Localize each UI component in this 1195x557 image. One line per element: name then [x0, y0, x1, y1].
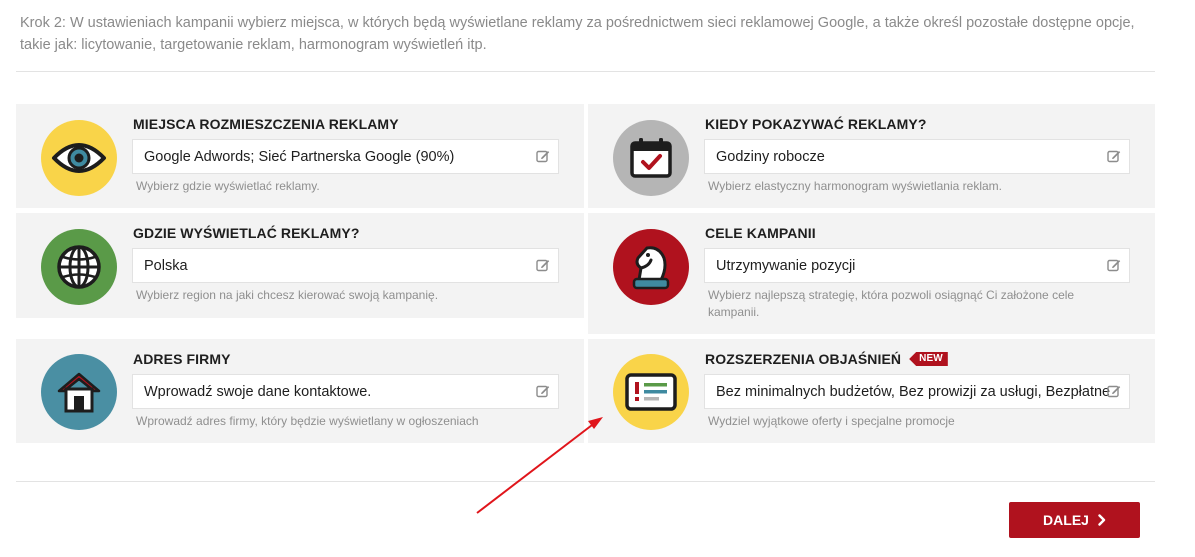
globe-icon: [41, 229, 117, 305]
step-instructions: Krok 2: W ustawieniach kampanii wybierz …: [20, 15, 1135, 53]
bottom-divider: [16, 481, 1155, 482]
goals-field[interactable]: Utrzymywanie pozycji: [704, 248, 1130, 283]
address-field[interactable]: Wprowadź swoje dane kontaktowe.: [132, 374, 559, 409]
card-title: GDZIE WYŚWIETLAĆ REKLAMY?: [133, 225, 360, 241]
card-title: ROZSZERZENIA OBJAŚNIEŃ NEW: [705, 351, 948, 367]
top-divider: [16, 71, 1155, 72]
edit-icon[interactable]: [536, 149, 550, 163]
card-hint: Wybierz elastyczny harmonogram wyświetla…: [708, 179, 1002, 193]
placement-field[interactable]: Google Adwords; Sieć Partnerska Google (…: [132, 139, 559, 174]
field-value: Wprowadź swoje dane kontaktowe.: [144, 383, 372, 400]
card-address: ADRES FIRMY Wprowadź swoje dane kontakto…: [16, 339, 584, 443]
chess-knight-icon: [613, 229, 689, 305]
card-hint: Wybierz najlepszą strategię, która pozwo…: [708, 288, 1075, 319]
new-badge: NEW: [909, 352, 948, 366]
card-goals: CELE KAMPANII Utrzymywanie pozycji Wybie…: [588, 213, 1155, 334]
field-value: Google Adwords; Sieć Partnerska Google (…: [144, 148, 455, 165]
edit-icon[interactable]: [536, 384, 550, 398]
field-value: Polska: [144, 257, 188, 274]
card-title: MIEJSCA ROZMIESZCZENIA REKLAMY: [133, 116, 399, 132]
field-value: Bez minimalnych budżetów, Bez prowizji z…: [716, 383, 1111, 400]
field-value: Utrzymywanie pozycji: [716, 257, 856, 274]
calendar-check-icon: [613, 120, 689, 196]
card-callouts: ROZSZERZENIA OBJAŚNIEŃ NEW Bez minimalny…: [588, 339, 1155, 443]
card-title-text: ROZSZERZENIA OBJAŚNIEŃ: [705, 351, 902, 367]
edit-icon[interactable]: [1107, 149, 1121, 163]
card-title: KIEDY POKAZYWAĆ REKLAMY?: [705, 116, 927, 132]
callout-panel-icon: [613, 354, 689, 430]
card-hint: Wprowadź adres firmy, który będzie wyświ…: [136, 414, 479, 428]
edit-icon[interactable]: [536, 258, 550, 272]
card-region: GDZIE WYŚWIETLAĆ REKLAMY? Polska Wybierz…: [16, 213, 584, 318]
card-title: ADRES FIRMY: [133, 351, 231, 367]
house-icon: [41, 354, 117, 430]
card-schedule: KIEDY POKAZYWAĆ REKLAMY? Godziny robocze…: [588, 104, 1155, 208]
eye-icon: [41, 120, 117, 196]
callouts-field[interactable]: Bez minimalnych budżetów, Bez prowizji z…: [704, 374, 1130, 409]
chevron-right-icon: [1098, 514, 1106, 526]
card-hint: Wybierz region na jaki chcesz kierować s…: [136, 288, 439, 302]
edit-icon[interactable]: [1107, 258, 1121, 272]
next-button-label: DALEJ: [1043, 512, 1089, 528]
card-hint: Wydziel wyjątkowe oferty i specjalne pro…: [708, 414, 955, 428]
schedule-field[interactable]: Godziny robocze: [704, 139, 1130, 174]
edit-icon[interactable]: [1107, 384, 1121, 398]
card-placement: MIEJSCA ROZMIESZCZENIA REKLAMY Google Ad…: [16, 104, 584, 208]
next-button[interactable]: DALEJ: [1009, 502, 1140, 538]
region-field[interactable]: Polska: [132, 248, 559, 283]
card-title: CELE KAMPANII: [705, 225, 816, 241]
field-value: Godziny robocze: [716, 148, 825, 165]
card-hint: Wybierz gdzie wyświetlać reklamy.: [136, 179, 320, 193]
